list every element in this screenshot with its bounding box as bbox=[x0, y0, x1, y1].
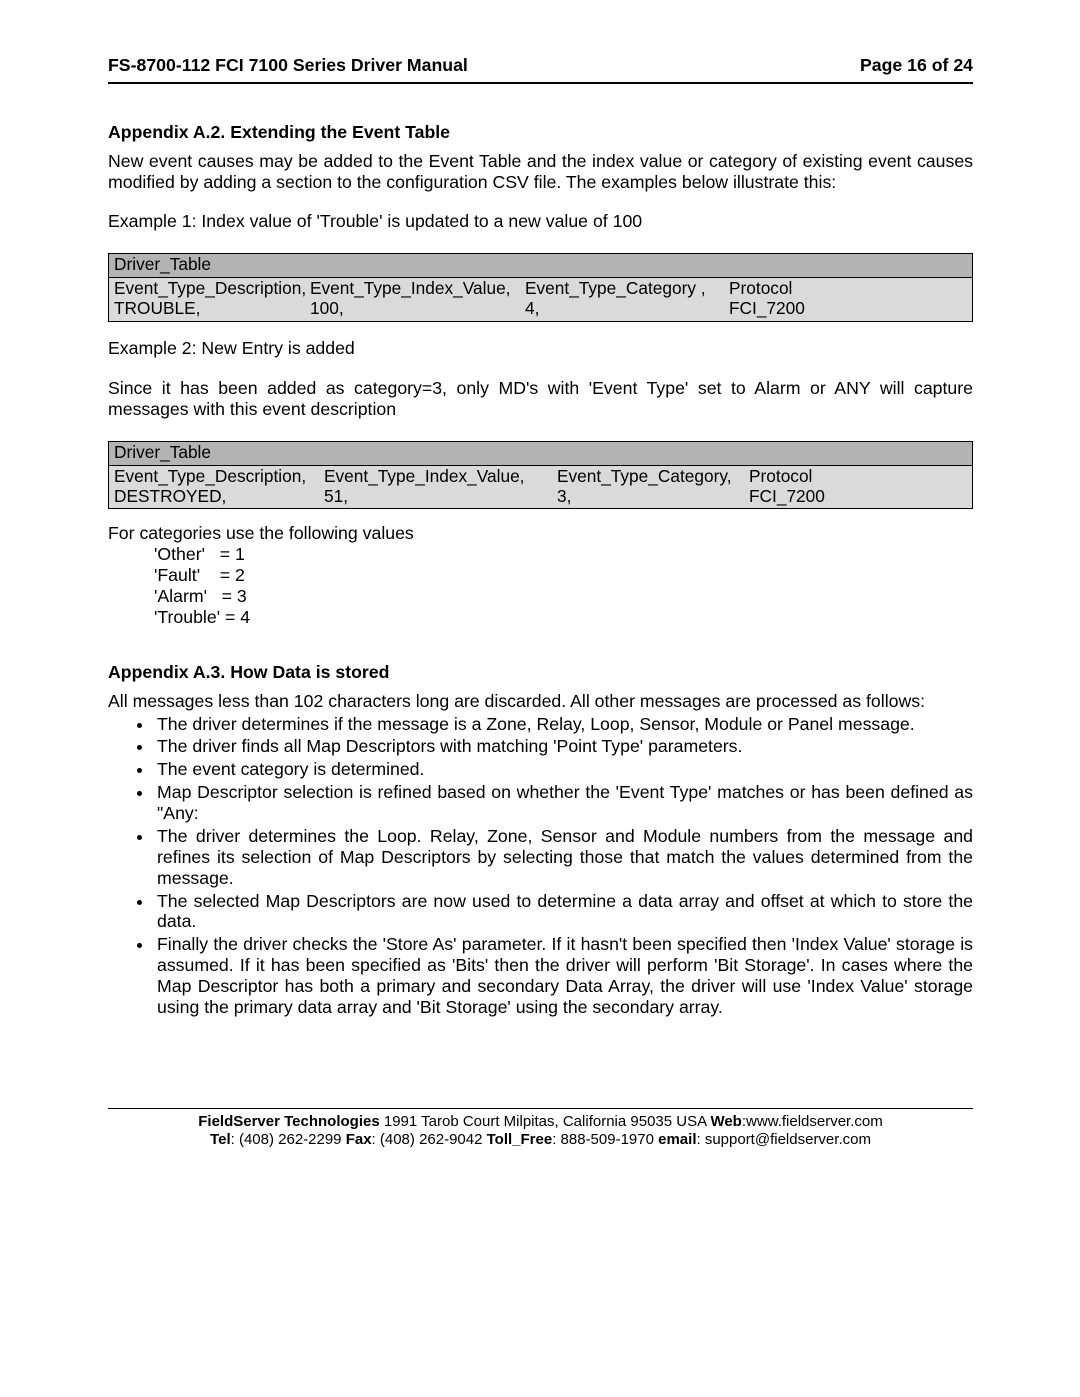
list-item: The driver finds all Map Descriptors wit… bbox=[154, 736, 973, 757]
list-item: The selected Map Descriptors are now use… bbox=[154, 891, 973, 933]
table1-col3: Event_Type_Category , bbox=[525, 278, 729, 298]
category-trouble: 'Trouble' = 4 bbox=[108, 607, 973, 628]
page-header: FS-8700-112 FCI 7100 Series Driver Manua… bbox=[108, 55, 973, 82]
table2-col4: Protocol bbox=[749, 466, 968, 486]
example2-caption: Example 2: New Entry is added bbox=[108, 338, 973, 359]
category-alarm: 'Alarm' = 3 bbox=[108, 586, 973, 607]
table2-col2: Event_Type_Index_Value, bbox=[324, 466, 557, 486]
table2-d1: DESTROYED, bbox=[114, 486, 324, 506]
category-other: 'Other' = 1 bbox=[108, 544, 973, 565]
heading-a3: Appendix A.3. How Data is stored bbox=[108, 662, 973, 683]
table2-d4: FCI_7200 bbox=[749, 486, 968, 506]
table2-data-row: DESTROYED, 51, 3, FCI_7200 bbox=[114, 486, 968, 506]
table1-header-row: Event_Type_Description, Event_Type_Index… bbox=[114, 278, 968, 298]
page-footer: FieldServer Technologies 1991 Tarob Cour… bbox=[108, 1108, 973, 1150]
table2-title: Driver_Table bbox=[109, 442, 972, 465]
footer-tollfree: : 888-509-1970 bbox=[552, 1131, 658, 1148]
footer-email-label: email bbox=[658, 1131, 696, 1148]
table1-d3: 4, bbox=[525, 298, 729, 318]
footer-fax-label: Fax bbox=[346, 1131, 372, 1148]
list-item: Map Descriptor selection is refined base… bbox=[154, 782, 973, 824]
footer-email: : support@fieldserver.com bbox=[696, 1131, 870, 1148]
table1-data-row: TROUBLE, 100, 4, FCI_7200 bbox=[114, 298, 968, 318]
heading-a2: Appendix A.2. Extending the Event Table bbox=[108, 122, 973, 143]
table1-d1: TROUBLE, bbox=[114, 298, 310, 318]
footer-tel-label: Tel bbox=[210, 1131, 231, 1148]
driver-table-2: Driver_Table Event_Type_Description, Eve… bbox=[108, 441, 973, 509]
table1-title: Driver_Table bbox=[109, 254, 972, 277]
list-item: The driver determines the Loop. Relay, Z… bbox=[154, 826, 973, 889]
a2-intro: New event causes may be added to the Eve… bbox=[108, 151, 973, 193]
driver-table-1: Driver_Table Event_Type_Description, Eve… bbox=[108, 253, 973, 321]
table1-d4: FCI_7200 bbox=[729, 298, 968, 318]
a3-bullet-list: The driver determines if the message is … bbox=[108, 714, 973, 1018]
footer-web: :www.fieldserver.com bbox=[742, 1113, 883, 1130]
category-fault: 'Fault' = 2 bbox=[108, 565, 973, 586]
footer-company: FieldServer Technologies bbox=[198, 1113, 379, 1130]
categories-intro: For categories use the following values bbox=[108, 523, 973, 544]
table1-col1: Event_Type_Description, bbox=[114, 278, 310, 298]
footer-tollfree-label: Toll_Free bbox=[487, 1131, 553, 1148]
table2-d2: 51, bbox=[324, 486, 557, 506]
footer-fax: : (408) 262-9042 bbox=[372, 1131, 487, 1148]
table1-col2: Event_Type_Index_Value, bbox=[310, 278, 525, 298]
table2-col3: Event_Type_Category, bbox=[557, 466, 749, 486]
table2-d3: 3, bbox=[557, 486, 749, 506]
list-item: The event category is determined. bbox=[154, 759, 973, 780]
example2-body: Since it has been added as category=3, o… bbox=[108, 378, 973, 420]
doc-title: FS-8700-112 FCI 7100 Series Driver Manua… bbox=[108, 55, 468, 76]
header-rule bbox=[108, 82, 973, 84]
page-indicator: Page 16 of 24 bbox=[860, 55, 973, 76]
table1-col4: Protocol bbox=[729, 278, 968, 298]
footer-address: 1991 Tarob Court Milpitas, California 95… bbox=[380, 1113, 711, 1130]
table1-d2: 100, bbox=[310, 298, 525, 318]
footer-web-label: Web bbox=[710, 1113, 741, 1130]
example1-caption: Example 1: Index value of 'Trouble' is u… bbox=[108, 211, 973, 232]
a3-intro: All messages less than 102 characters lo… bbox=[108, 691, 973, 712]
table2-col1: Event_Type_Description, bbox=[114, 466, 324, 486]
list-item: The driver determines if the message is … bbox=[154, 714, 973, 735]
footer-tel: : (408) 262-2299 bbox=[231, 1131, 346, 1148]
list-item: Finally the driver checks the 'Store As'… bbox=[154, 934, 973, 1018]
table2-header-row: Event_Type_Description, Event_Type_Index… bbox=[114, 466, 968, 486]
